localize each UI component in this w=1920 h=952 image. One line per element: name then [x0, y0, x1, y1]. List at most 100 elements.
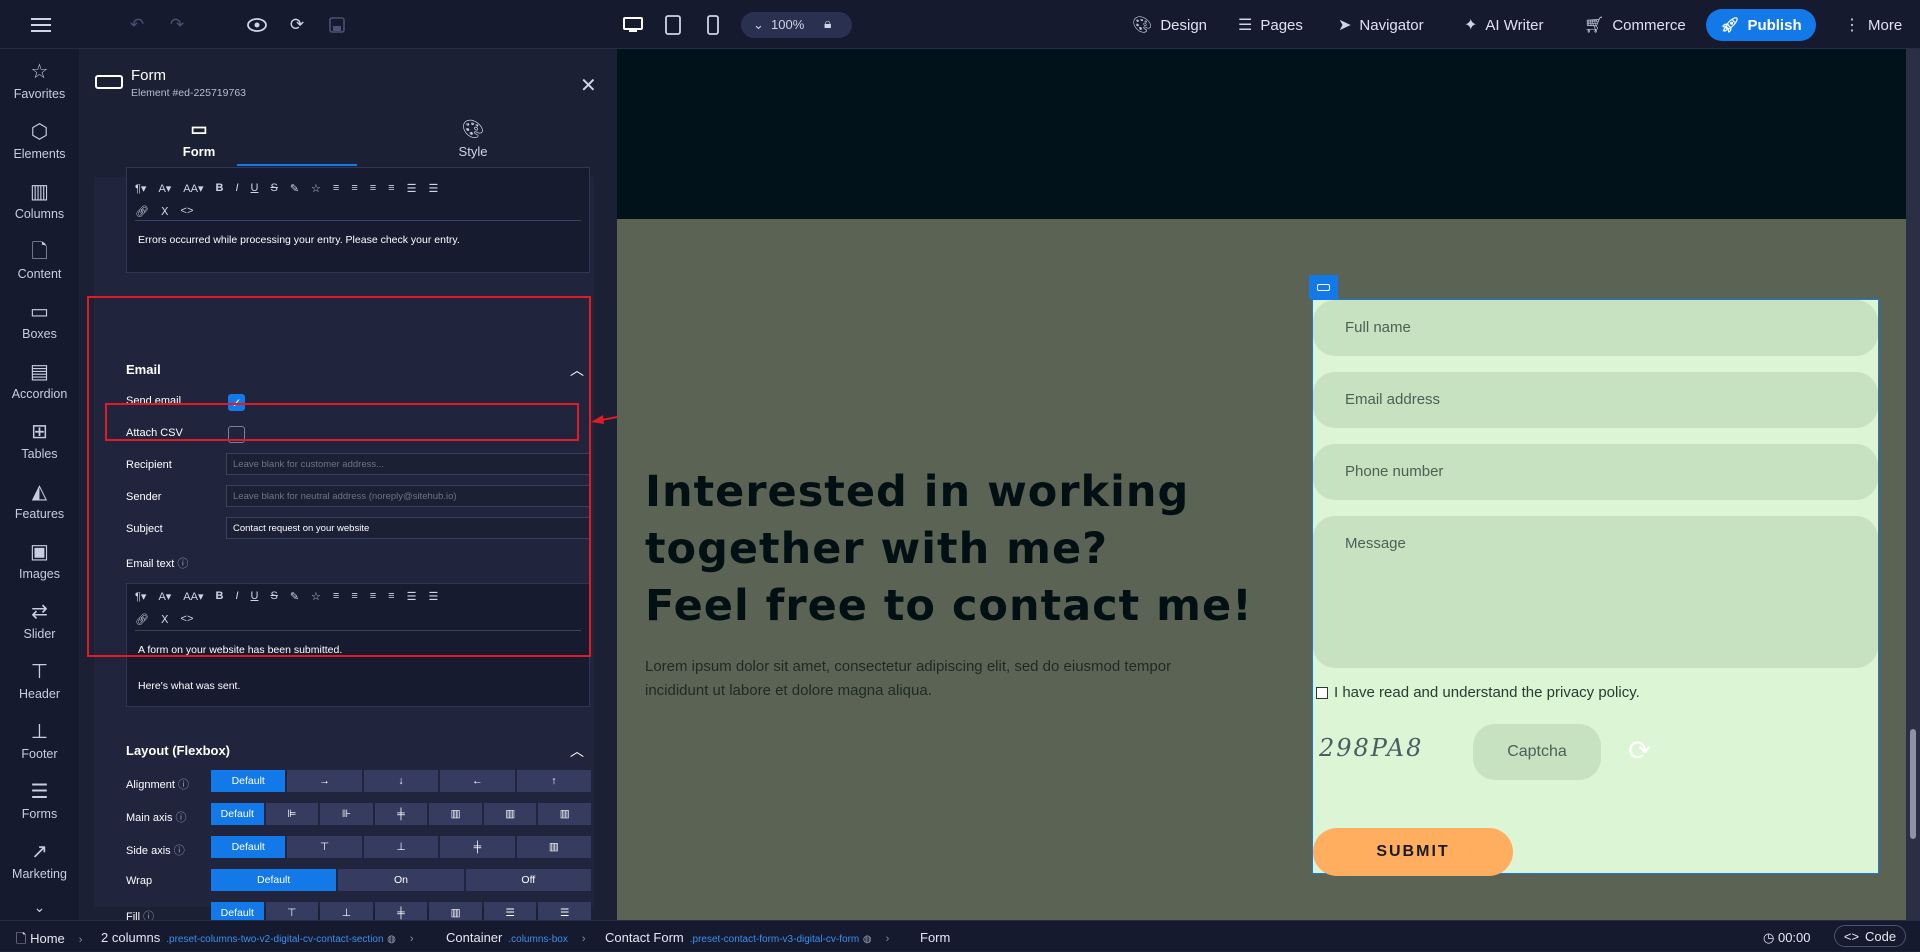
phone-field[interactable]: Phone number — [1313, 444, 1878, 500]
sidebar-item-features[interactable]: ◭ Features — [0, 473, 79, 533]
menu-navigator[interactable]: ➤ Navigator — [1338, 12, 1424, 38]
sidebar-item-boxes[interactable]: ▭ Boxes — [0, 293, 79, 353]
breadcrumb-contact-form[interactable]: Contact Form .preset-contact-form-v3-digi… — [605, 930, 889, 945]
arrow-up-icon[interactable]: ↑ — [516, 770, 592, 792]
lock-icon[interactable]: 🔒︎ — [824, 15, 831, 32]
numbered-list-icon[interactable]: ☰ — [428, 182, 438, 195]
form-element-badge[interactable] — [1309, 275, 1338, 299]
justify-end-icon[interactable]: ⊪ — [320, 803, 373, 825]
save-icon[interactable] — [324, 12, 350, 38]
sidebar-scroll-down[interactable]: ⌄ — [0, 894, 79, 918]
align-middle-icon[interactable]: ╪ — [440, 836, 515, 858]
captcha-input[interactable]: Captcha — [1473, 724, 1601, 780]
menu-pages[interactable]: ☰ Pages — [1238, 12, 1303, 38]
full-name-field[interactable]: Full name — [1313, 300, 1878, 356]
align-left-icon[interactable]: ≡ — [333, 182, 339, 195]
contact-lorem[interactable]: Lorem ipsum dolor sit amet, consectetur … — [645, 655, 1205, 703]
italic-icon[interactable]: I — [235, 182, 238, 195]
canvas-scrollbar[interactable] — [1906, 49, 1920, 920]
sidebar-item-marketing[interactable]: ↗ Marketing — [0, 833, 79, 893]
breadcrumb-2-columns[interactable]: 2 columns .preset-columns-two-v2-digital-… — [101, 930, 414, 945]
font-icon[interactable]: A▾ — [158, 182, 171, 195]
canvas-scrollbar-thumb[interactable] — [1910, 729, 1916, 839]
breadcrumb-home[interactable]: 🗋︎ Home › — [16, 930, 82, 952]
contact-form[interactable]: Full name Email address Phone number Mes… — [1312, 299, 1879, 876]
align-stretch-icon[interactable]: ▥ — [516, 836, 592, 858]
arrow-left-icon[interactable]: ← — [440, 770, 515, 792]
captcha-refresh-icon[interactable]: ⟳ — [1628, 734, 1651, 767]
code-button[interactable]: <> Code — [1834, 925, 1906, 947]
font-size-icon[interactable]: AA▾ — [183, 182, 203, 195]
sidebar-item-columns[interactable]: ▥ Columns — [0, 173, 79, 233]
justify-around-icon[interactable]: ▥ — [483, 803, 537, 825]
sidebar-item-forms[interactable]: ☰ Forms — [0, 773, 79, 833]
side-axis-default[interactable]: Default — [211, 836, 286, 858]
justify-between-icon[interactable]: ▥ — [429, 803, 482, 825]
menu-ai-writer[interactable]: ✦ AI Writer — [1464, 12, 1543, 38]
align-justify-icon[interactable]: ≡ — [388, 182, 394, 195]
main-axis-default[interactable]: Default — [211, 803, 264, 825]
tablet-view-icon[interactable] — [660, 12, 686, 38]
wrap-off[interactable]: Off — [465, 869, 591, 891]
justify-center-icon[interactable]: ╪ — [374, 803, 428, 825]
wrap-on[interactable]: On — [338, 869, 464, 891]
star-icon[interactable]: ☆ — [311, 182, 321, 195]
justify-evenly-icon[interactable]: ▥ — [538, 803, 592, 825]
alignment-default[interactable]: Default — [211, 770, 286, 792]
refresh-icon[interactable]: ⟳ — [284, 12, 310, 38]
undo-icon[interactable]: ↶ — [124, 12, 150, 38]
help-icon[interactable]: ⓘ — [174, 845, 185, 857]
mobile-view-icon[interactable] — [700, 12, 726, 38]
breadcrumb-container[interactable]: Container .columns-box › — [446, 930, 586, 945]
align-right-icon[interactable]: ≡ — [370, 182, 376, 195]
strikethrough-icon[interactable]: S — [270, 182, 277, 195]
underline-icon[interactable]: U — [251, 182, 259, 195]
email-field[interactable]: Email address — [1313, 372, 1878, 428]
tab-form[interactable]: ▭ Form — [99, 119, 299, 159]
clear-format-icon[interactable]: Ⅹ — [161, 205, 169, 218]
sidebar-item-accordion[interactable]: ▤ Accordion — [0, 353, 79, 413]
desktop-view-icon[interactable] — [620, 12, 646, 38]
link-icon[interactable]: 🔗︎ — [135, 205, 149, 218]
align-top-icon[interactable]: ⊤ — [287, 836, 362, 858]
bullet-list-icon[interactable]: ☰ — [407, 182, 417, 195]
sidebar-item-favorites[interactable]: ☆ Favorites — [0, 53, 79, 113]
contact-heading[interactable]: Interested in working together with me? … — [645, 464, 1253, 635]
wrap-default[interactable]: Default — [211, 869, 337, 891]
zoom-control[interactable]: ⌄ 100% 🔒︎ — [741, 12, 852, 38]
sidebar-item-slider[interactable]: ⇄ Slider — [0, 593, 79, 653]
chevron-up-icon[interactable]: ︿ — [570, 741, 584, 761]
breadcrumb-form[interactable]: Form — [920, 930, 950, 945]
arrow-right-icon[interactable]: → — [287, 770, 362, 792]
redo-icon[interactable]: ↷ — [164, 12, 190, 38]
menu-commerce[interactable]: 🛒︎ Commerce — [1584, 12, 1686, 38]
help-icon[interactable]: ⓘ — [178, 779, 189, 791]
more-menu[interactable]: ⋮ More — [1844, 12, 1902, 38]
message-field[interactable]: Message — [1313, 516, 1878, 668]
tab-style[interactable]: 🎨︎ Style — [373, 119, 573, 159]
paragraph-icon[interactable]: ¶▾ — [135, 182, 146, 195]
submit-button[interactable]: SUBMIT — [1313, 828, 1513, 876]
hamburger-menu-icon[interactable] — [28, 12, 54, 38]
brush-icon[interactable]: ✎ — [290, 182, 299, 195]
sidebar-item-content[interactable]: 🗋︎ Content — [0, 233, 79, 293]
sidebar-item-footer[interactable]: ⊥ Footer — [0, 713, 79, 773]
close-icon[interactable]: ✕ — [580, 73, 597, 98]
error-message-editor[interactable]: ¶▾ A▾ AA▾ B I U S ✎ ☆ ≡ ≡ ≡ ≡ ☰ ☰ 🔗︎ Ⅹ <> Errors occurre… — [126, 167, 590, 273]
align-bottom-icon[interactable]: ⊥ — [363, 836, 439, 858]
publish-button[interactable]: 🚀︎ Publish — [1706, 9, 1816, 41]
sidebar-item-elements[interactable]: ⬡ Elements — [0, 113, 79, 173]
justify-start-icon[interactable]: ⊫ — [265, 803, 319, 825]
align-center-icon[interactable]: ≡ — [351, 182, 357, 195]
preview-eye-icon[interactable] — [244, 12, 270, 38]
sidebar-item-tables[interactable]: ⊞ Tables — [0, 413, 79, 473]
menu-design[interactable]: 🎨︎ Design — [1132, 12, 1207, 38]
bold-icon[interactable]: B — [216, 182, 224, 195]
privacy-checkbox-row[interactable]: I have read and understand the privacy p… — [1316, 684, 1640, 701]
help-icon[interactable]: ⓘ — [176, 812, 187, 824]
code-icon[interactable]: <> — [181, 205, 194, 218]
arrow-down-icon[interactable]: ↓ — [363, 770, 439, 792]
privacy-checkbox[interactable] — [1316, 686, 1328, 699]
sidebar-item-header[interactable]: ⊤ Header — [0, 653, 79, 713]
sidebar-item-images[interactable]: ▣ Images — [0, 533, 79, 593]
